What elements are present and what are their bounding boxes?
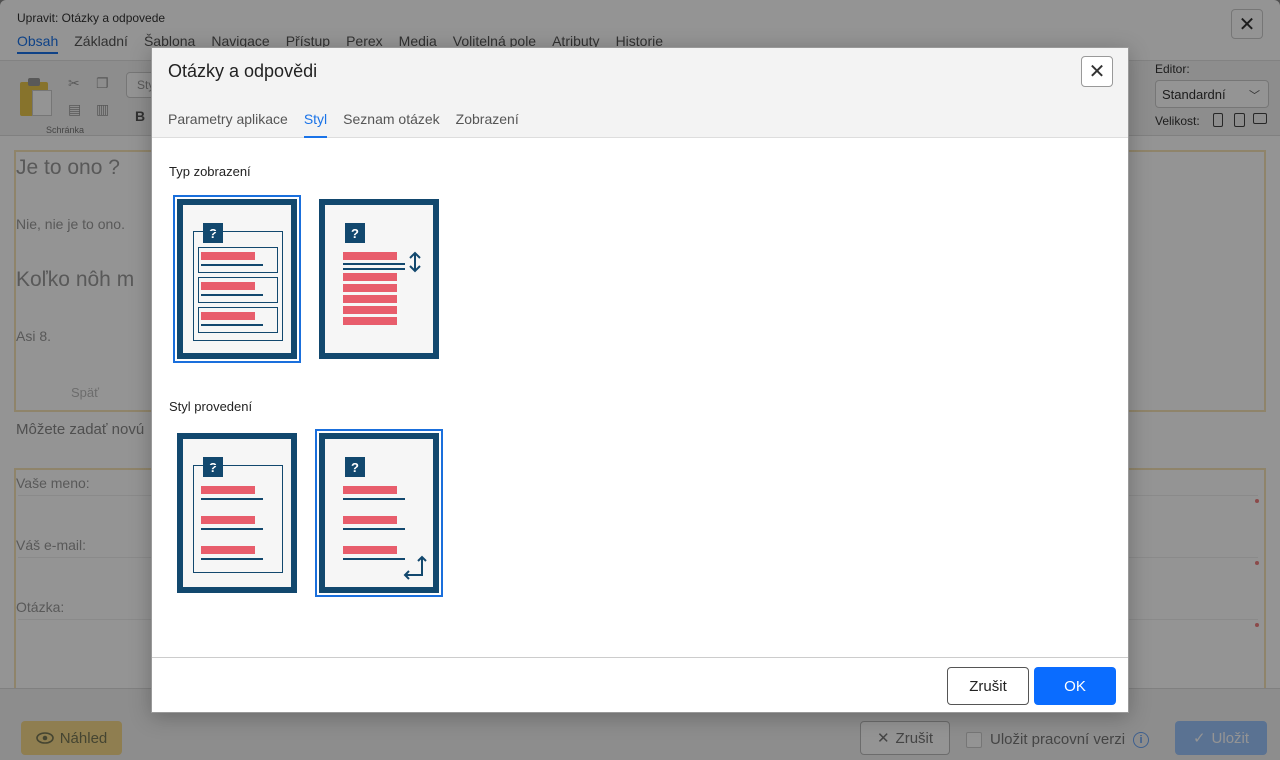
item-bar [343,317,397,325]
item-line [201,528,263,530]
item-bar [201,252,255,260]
dialog-ok-button[interactable]: OK [1034,667,1116,705]
item-bar [343,306,397,314]
item-box [198,277,278,303]
return-arrow-icon [403,555,427,580]
dialog-header: Otázky a odpovědi ✕ Parametry aplikace S… [152,48,1128,138]
item-line [201,294,263,296]
item-box [198,307,278,333]
question-mark-icon: ? [345,457,365,477]
display-type-accordion-option[interactable]: ? [319,199,439,359]
item-bar [201,516,255,524]
item-bar [343,252,397,260]
style-label: Styl provedení [169,399,253,414]
item-box [198,247,278,273]
item-bar [343,486,397,494]
tab-zobrazeni[interactable]: Zobrazení [456,111,519,138]
item-line [343,263,405,265]
item-bar [343,546,397,554]
dialog-close-button[interactable]: ✕ [1081,56,1113,87]
item-line [201,558,263,560]
item-line [343,528,405,530]
tab-styl[interactable]: Styl [303,111,328,138]
display-type-label: Typ zobrazení [169,164,251,179]
style-plain-option[interactable]: ? [315,429,443,597]
item-line [201,498,263,500]
dialog-tabs: Parametry aplikace Styl Seznam otázek Zo… [168,111,519,138]
dialog-title: Otázky a odpovědi [168,61,318,81]
item-bar [343,284,397,292]
question-mark-icon: ? [345,223,365,243]
tab-parametry-aplikace[interactable]: Parametry aplikace [168,111,288,138]
item-bar [343,273,397,281]
display-type-boxed-option[interactable]: ? [173,195,301,363]
item-bar [201,282,255,290]
close-icon: ✕ [1088,61,1106,83]
vertical-arrows-icon [409,251,421,273]
dialog-footer: Zrušit OK [152,657,1128,712]
item-bar [201,312,255,320]
dialog-cancel-button[interactable]: Zrušit [947,667,1029,705]
item-line [201,324,263,326]
item-bar [201,546,255,554]
item-line [343,268,405,270]
tab-seznam-otazek[interactable]: Seznam otázek [343,111,440,138]
faq-settings-dialog: Otázky a odpovědi ✕ Parametry aplikace S… [151,47,1129,713]
item-line [201,264,263,266]
item-bar [343,516,397,524]
item-bar [343,295,397,303]
item-line [343,558,405,560]
item-bar [201,486,255,494]
item-line [343,498,405,500]
style-framed-option[interactable]: ? [177,433,297,593]
